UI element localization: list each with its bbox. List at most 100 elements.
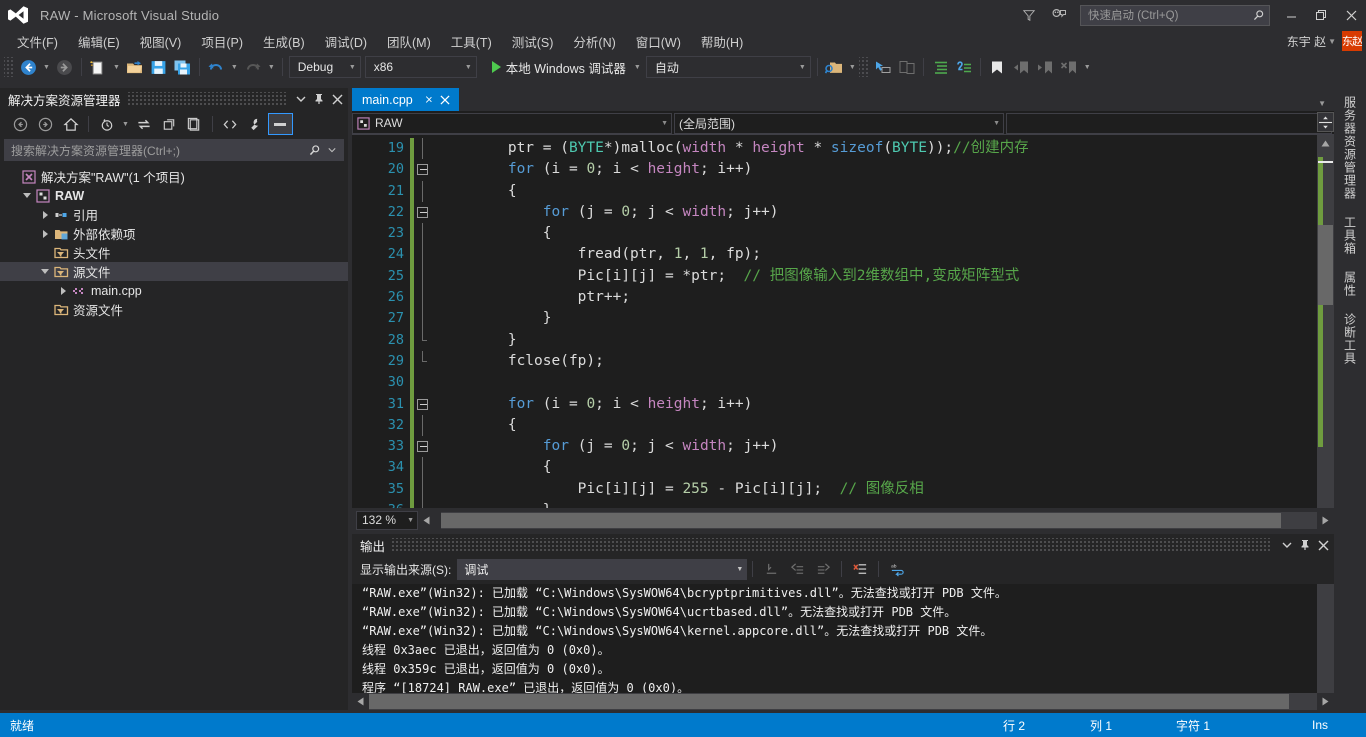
save-icon[interactable] <box>147 55 171 79</box>
fold-cell[interactable] <box>414 478 434 501</box>
fold-cell[interactable] <box>414 329 434 351</box>
scroll-up-arrow-icon[interactable] <box>1317 135 1334 152</box>
chevron-down-icon[interactable] <box>323 141 341 159</box>
fold-cell[interactable] <box>414 287 434 309</box>
code-line[interactable]: for (j = 0; j < width; j++) <box>434 202 1334 223</box>
menu-build[interactable]: 生成(B) <box>254 30 314 53</box>
menu-team[interactable]: 团队(M) <box>378 30 440 53</box>
collapse-box-icon[interactable] <box>417 206 428 218</box>
properties-wrench-icon[interactable] <box>243 113 268 135</box>
go-to-previous-icon[interactable] <box>786 558 808 580</box>
tree-node-project-raw[interactable]: RAW <box>0 186 348 205</box>
fold-cell[interactable] <box>414 372 434 393</box>
code-line[interactable]: { <box>434 415 1334 436</box>
twisty-collapsed[interactable] <box>38 229 52 238</box>
go-to-next-icon[interactable] <box>812 558 834 580</box>
tree-node-resource-files[interactable]: 资源文件 <box>0 300 348 319</box>
chevron-down-icon[interactable] <box>1278 536 1296 554</box>
start-debugging-chevron-down-icon[interactable]: ▼ <box>631 64 644 71</box>
uncomment-lines-icon[interactable] <box>952 55 976 79</box>
close-icon[interactable] <box>437 92 453 108</box>
output-source-dropdown[interactable]: 调试 ▼ <box>457 558 748 580</box>
tree-node-references[interactable]: 引用 <box>0 205 348 224</box>
tree-node-main-cpp[interactable]: main.cpp <box>0 281 348 300</box>
tab-main-cpp[interactable]: main.cpp <box>352 88 459 111</box>
avatar[interactable]: 东赵 <box>1342 31 1362 51</box>
scrollbar-thumb[interactable] <box>1318 225 1333 305</box>
fold-cell[interactable] <box>414 223 434 245</box>
pin-icon[interactable] <box>1296 536 1314 554</box>
close-icon[interactable] <box>1314 536 1332 554</box>
sync-with-active-document-icon[interactable] <box>132 113 157 135</box>
menu-debug[interactable]: 调试(D) <box>316 30 376 53</box>
open-folder-icon[interactable] <box>123 55 147 79</box>
fold-cell[interactable] <box>414 394 434 415</box>
maximize-restore-button[interactable] <box>1306 0 1336 30</box>
find-message-icon[interactable] <box>760 558 782 580</box>
pin-icon[interactable] <box>421 92 437 108</box>
twisty-expanded[interactable] <box>20 193 34 198</box>
menu-help[interactable]: 帮助(H) <box>692 30 752 53</box>
close-icon[interactable] <box>328 90 346 108</box>
tree-node-external-dependencies[interactable]: 外部依赖项 <box>0 224 348 243</box>
fold-cell[interactable] <box>414 308 434 330</box>
code-line[interactable]: Pic[i][j] = 255 - Pic[i][j]; // 图像反相 <box>434 479 1334 500</box>
member-scope-dropdown[interactable]: ▼ <box>1006 112 1332 134</box>
solution-configuration-dropdown[interactable]: Debug ▼ <box>288 56 361 78</box>
scrollbar-thumb[interactable] <box>441 512 1281 528</box>
step-into-icon[interactable] <box>871 55 895 79</box>
redo-arrow-icon[interactable] <box>241 55 265 79</box>
zoom-level-dropdown[interactable]: 132 % ▼ <box>356 510 418 530</box>
forward-arrow-icon[interactable] <box>33 113 58 135</box>
code-folding-column[interactable] <box>414 135 434 532</box>
tree-node-header-files[interactable]: 头文件 <box>0 243 348 262</box>
new-item-icon[interactable] <box>86 55 110 79</box>
vertical-tab-toolbox[interactable]: 工具箱 <box>1334 208 1366 263</box>
fold-cell[interactable] <box>414 244 434 266</box>
quick-launch-input[interactable]: 快速启动 (Ctrl+Q) <box>1080 4 1270 26</box>
menu-file[interactable]: 文件(F) <box>8 30 67 53</box>
type-scope-dropdown[interactable]: (全局范围) ▼ <box>674 112 1004 134</box>
menu-window[interactable]: 窗口(W) <box>627 30 690 53</box>
vertical-tab-diagnostic-tools[interactable]: 诊断工具 <box>1334 305 1366 373</box>
pending-changes-icon[interactable] <box>94 113 119 135</box>
fold-cell[interactable] <box>414 457 434 479</box>
menu-view[interactable]: 视图(V) <box>131 30 191 53</box>
collapse-box-icon[interactable] <box>417 441 428 453</box>
code-line[interactable]: ptr = (BYTE*)malloc(width * height * siz… <box>434 138 1334 159</box>
search-input[interactable]: 搜索解决方案资源管理器(Ctrl+;) <box>4 139 344 161</box>
undo-arrow-icon[interactable] <box>204 55 228 79</box>
find-in-files-icon[interactable] <box>822 55 846 79</box>
code-line[interactable]: fclose(fp); <box>434 351 1334 372</box>
save-all-icon[interactable] <box>171 55 195 79</box>
code-line[interactable]: } <box>434 330 1334 351</box>
collapse-all-icon[interactable] <box>182 113 207 135</box>
twisty-collapsed[interactable] <box>38 210 52 219</box>
navigate-back-icon[interactable] <box>16 55 40 79</box>
find-chevron-down-icon[interactable]: ▼ <box>846 64 859 71</box>
output-horizontal-scrollbar[interactable] <box>369 693 1317 710</box>
collapse-box-icon[interactable] <box>417 164 428 176</box>
status-insert-mode[interactable]: Ins <box>1312 718 1328 732</box>
menu-test[interactable]: 测试(S) <box>503 30 563 53</box>
clear-all-icon[interactable] <box>849 558 871 580</box>
project-scope-dropdown[interactable]: RAW ▼ <box>352 112 672 134</box>
fold-cell[interactable] <box>414 414 434 437</box>
next-bookmark-icon[interactable] <box>1033 55 1057 79</box>
back-history-chevron-down-icon[interactable]: ▼ <box>40 64 53 71</box>
code-text-area[interactable]: ptr = (BYTE*)malloc(width * height * siz… <box>434 135 1334 532</box>
code-line[interactable]: for (i = 0; i < height; i++) <box>434 159 1334 180</box>
magnifier-icon[interactable] <box>305 141 323 159</box>
compare-files-icon[interactable] <box>895 55 919 79</box>
code-line[interactable]: } <box>434 308 1334 329</box>
split-view-icon[interactable] <box>1317 112 1334 132</box>
debug-attach-dropdown[interactable]: 自动 ▼ <box>645 56 811 78</box>
menu-tools[interactable]: 工具(T) <box>442 30 501 53</box>
code-line[interactable]: fread(ptr, 1, 1, fp); <box>434 244 1334 265</box>
close-button[interactable] <box>1336 0 1366 30</box>
toolbar-grip[interactable] <box>858 57 869 77</box>
code-line[interactable]: { <box>434 223 1334 244</box>
bookmark-chevron-down-icon[interactable]: ▼ <box>1081 64 1094 71</box>
toolbar-grip[interactable] <box>4 57 14 77</box>
fold-cell[interactable] <box>414 159 434 180</box>
